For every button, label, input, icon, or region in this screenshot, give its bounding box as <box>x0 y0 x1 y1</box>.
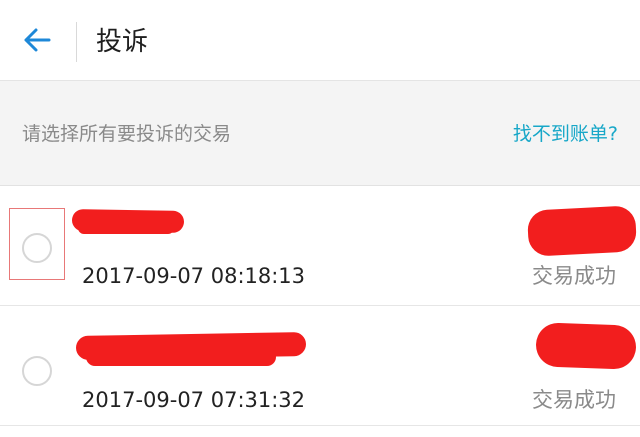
transaction-time: 2017-09-07 08:18:13 <box>82 264 306 288</box>
transaction-list: 2017-09-07 08:18:13 交易成功 2017-09-07 07:3… <box>0 186 640 426</box>
redaction-mark <box>535 322 637 370</box>
header-divider <box>76 22 77 62</box>
select-prompt: 请选择所有要投诉的交易 <box>22 123 232 145</box>
transaction-time: 2017-09-07 07:31:32 <box>82 388 306 412</box>
page-title: 投诉 <box>96 27 149 57</box>
transaction-radio[interactable] <box>22 233 52 263</box>
transaction-row[interactable]: 2017-09-07 07:31:32 交易成功 <box>0 306 640 426</box>
transaction-status: 交易成功 <box>532 264 616 288</box>
redaction-mark <box>86 348 276 366</box>
transaction-status: 交易成功 <box>532 388 616 412</box>
back-button[interactable] <box>14 22 60 58</box>
redaction-mark <box>78 222 174 234</box>
redaction-mark <box>526 205 638 257</box>
transaction-radio[interactable] <box>22 356 52 386</box>
notice-bar: 请选择所有要投诉的交易 找不到账单? <box>0 81 640 186</box>
app-header: 投诉 <box>0 0 640 81</box>
transaction-row[interactable]: 2017-09-07 08:18:13 交易成功 <box>0 186 640 306</box>
arrow-left-icon <box>24 28 51 52</box>
cant-find-bill-link[interactable]: 找不到账单? <box>513 121 618 147</box>
